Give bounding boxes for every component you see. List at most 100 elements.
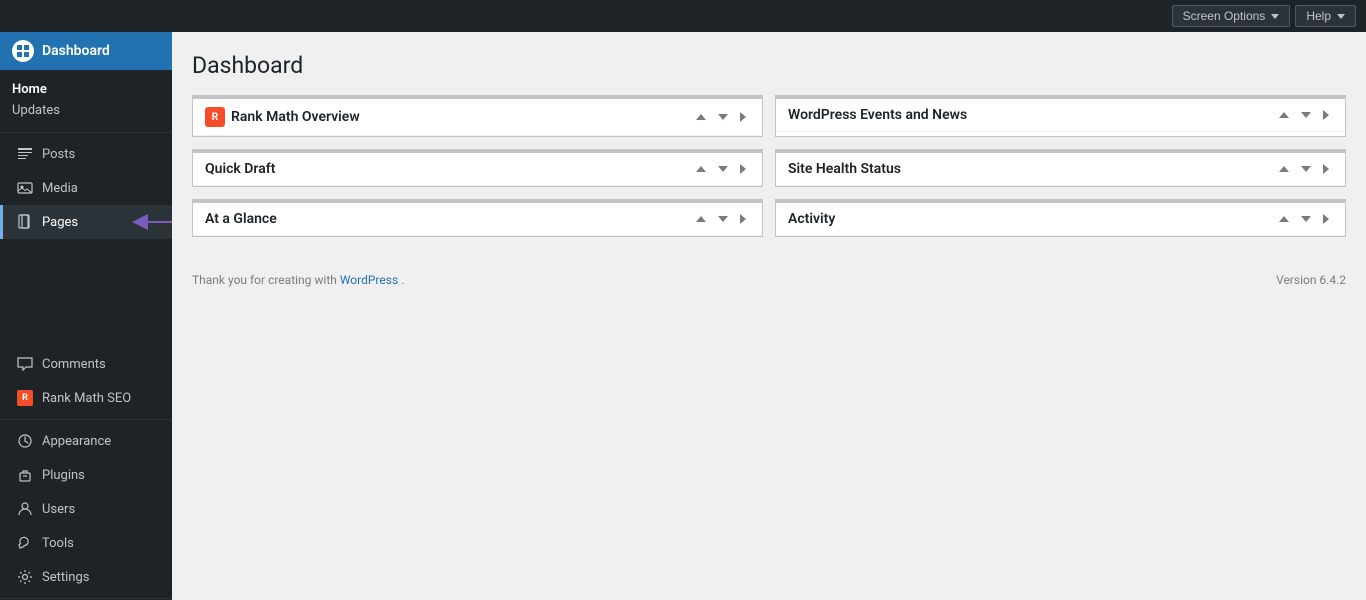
screen-options-chevron-icon xyxy=(1271,14,1279,19)
home-label[interactable]: Home xyxy=(12,78,160,101)
sidebar-item-pages[interactable]: Pages xyxy=(0,205,172,239)
widget-quick-draft-down-btn[interactable] xyxy=(714,164,732,174)
widget-wordpress-events-title: WordPress Events and News xyxy=(788,107,967,123)
sidebar-brand-label: Dashboard xyxy=(42,43,110,59)
sidebar-item-comments[interactable]: Comments xyxy=(0,347,172,381)
main-footer: Thank you for creating with WordPress . … xyxy=(172,257,1366,303)
pages-item-wrapper: Pages All Pages Add New Page xyxy=(0,205,172,239)
widget-quick-draft-up-btn[interactable] xyxy=(692,164,710,174)
sidebar-item-tools[interactable]: Tools xyxy=(0,526,172,560)
posts-label: Posts xyxy=(42,147,75,162)
sidebar-item-appearance[interactable]: Appearance xyxy=(0,424,172,458)
widget-activity-down-btn[interactable] xyxy=(1297,214,1315,224)
screen-options-button[interactable]: Screen Options xyxy=(1172,5,1291,27)
footer-wordpress-link[interactable]: WordPress xyxy=(340,273,398,287)
settings-label: Settings xyxy=(42,570,89,585)
widget-quick-draft-title: Quick Draft xyxy=(205,161,275,177)
widget-at-a-glance-controls xyxy=(692,212,750,226)
widget-wordpress-events: WordPress Events and News xyxy=(775,95,1346,137)
arrow-up-icon xyxy=(696,166,706,172)
arrow-up-icon xyxy=(1279,216,1289,222)
help-button[interactable]: Help xyxy=(1295,5,1356,27)
appearance-label: Appearance xyxy=(42,434,111,449)
arrow-expand-icon xyxy=(1323,110,1329,120)
widget-at-a-glance-up-btn[interactable] xyxy=(692,214,710,224)
sidebar-item-settings[interactable]: Settings xyxy=(0,560,172,594)
sidebar-item-users[interactable]: Users xyxy=(0,492,172,526)
widget-quick-draft-controls xyxy=(692,162,750,176)
widget-grid: R Rank Math Overview Word xyxy=(192,95,1346,237)
widget-site-health-up-btn[interactable] xyxy=(1275,164,1293,174)
widget-at-a-glance: At a Glance xyxy=(192,199,763,237)
widget-rank-math-overview: R Rank Math Overview xyxy=(192,95,763,137)
arrow-up-icon xyxy=(696,114,706,120)
sidebar-item-media[interactable]: Media xyxy=(0,171,172,205)
widget-activity: Activity xyxy=(775,199,1346,237)
widget-site-health-expand-btn[interactable] xyxy=(1319,162,1333,176)
footer-period: . xyxy=(401,273,404,287)
widget-activity-title: Activity xyxy=(788,211,835,227)
arrow-down-icon xyxy=(1301,166,1311,172)
sidebar-divider-3 xyxy=(0,598,172,599)
footer-thank-you-text: Thank you for creating with xyxy=(192,273,340,287)
widget-site-health-down-btn[interactable] xyxy=(1297,164,1315,174)
tools-icon xyxy=(16,534,34,552)
rank-math-seo-label: Rank Math SEO xyxy=(42,391,131,406)
pages-icon xyxy=(16,213,34,231)
widget-rank-math-overview-controls xyxy=(692,110,750,124)
widget-at-a-glance-expand-btn[interactable] xyxy=(736,212,750,226)
comments-icon xyxy=(16,355,34,373)
sidebar-item-posts[interactable]: Posts xyxy=(0,137,172,171)
widget-at-a-glance-down-btn[interactable] xyxy=(714,214,732,224)
widget-site-health-controls xyxy=(1275,162,1333,176)
media-label: Media xyxy=(42,181,78,196)
home-section: Home Updates xyxy=(0,70,172,128)
arrow-expand-icon xyxy=(740,112,746,122)
widget-activity-controls xyxy=(1275,212,1333,226)
tools-label: Tools xyxy=(42,536,74,551)
widget-at-a-glance-title: At a Glance xyxy=(205,211,277,227)
rank-math-icon: R xyxy=(16,389,34,407)
plugins-icon xyxy=(16,466,34,484)
widget-wordpress-events-controls xyxy=(1275,108,1333,122)
widget-site-health-header: Site Health Status xyxy=(776,153,1345,186)
widget-events-down-btn[interactable] xyxy=(1297,110,1315,120)
rank-math-widget-icon: R xyxy=(205,107,225,127)
arrow-down-icon xyxy=(1301,216,1311,222)
widget-events-expand-btn[interactable] xyxy=(1319,108,1333,122)
sidebar-item-rank-math-seo[interactable]: R Rank Math SEO xyxy=(0,381,172,415)
widget-quick-draft-header: Quick Draft xyxy=(193,153,762,186)
arrow-up-icon xyxy=(696,216,706,222)
arrow-expand-icon xyxy=(740,164,746,174)
comments-label: Comments xyxy=(42,357,106,372)
arrow-expand-icon xyxy=(740,214,746,224)
media-icon xyxy=(16,179,34,197)
widget-rank-math-up-btn[interactable] xyxy=(692,112,710,122)
arrow-expand-icon xyxy=(1323,164,1329,174)
arrow-up-icon xyxy=(1279,166,1289,172)
posts-icon xyxy=(16,145,34,163)
sidebar-item-plugins[interactable]: Plugins xyxy=(0,458,172,492)
arrow-expand-icon xyxy=(1323,214,1329,224)
widget-site-health-title: Site Health Status xyxy=(788,161,901,177)
sidebar-brand[interactable]: Dashboard xyxy=(0,32,172,70)
main-content-area: Dashboard R Rank Math Overview xyxy=(172,0,1366,600)
arrow-down-icon xyxy=(718,114,728,120)
widget-rank-math-expand-btn[interactable] xyxy=(736,110,750,124)
users-label: Users xyxy=(42,502,75,517)
widget-rank-math-down-btn[interactable] xyxy=(714,112,732,122)
widget-activity-header: Activity xyxy=(776,203,1345,236)
widget-rank-math-overview-title: R Rank Math Overview xyxy=(205,107,360,127)
updates-label[interactable]: Updates xyxy=(12,101,160,124)
widget-quick-draft-expand-btn[interactable] xyxy=(736,162,750,176)
arrow-down-icon xyxy=(718,216,728,222)
appearance-icon xyxy=(16,432,34,450)
widget-events-up-btn[interactable] xyxy=(1275,110,1293,120)
widget-activity-expand-btn[interactable] xyxy=(1319,212,1333,226)
settings-icon xyxy=(16,568,34,586)
widget-site-health: Site Health Status xyxy=(775,149,1346,187)
widget-activity-up-btn[interactable] xyxy=(1275,214,1293,224)
plugins-label: Plugins xyxy=(42,468,85,483)
widget-wordpress-events-header: WordPress Events and News xyxy=(776,99,1345,132)
widget-at-a-glance-header: At a Glance xyxy=(193,203,762,236)
